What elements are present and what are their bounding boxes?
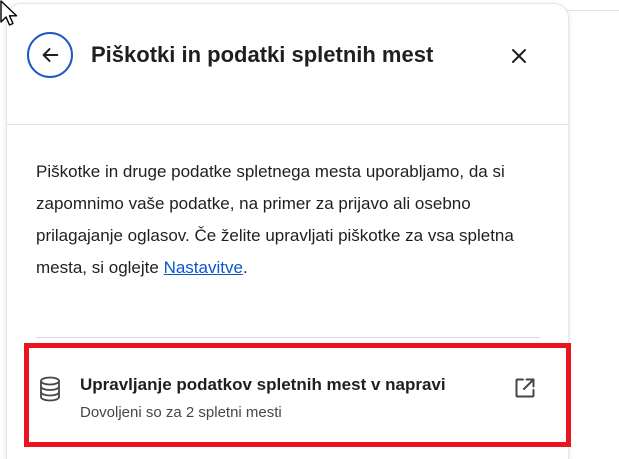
close-button[interactable]: [507, 44, 531, 68]
header-divider: [7, 124, 568, 125]
dialog-header: Piškotki in podatki spletnih mest: [7, 4, 568, 124]
description-end: .: [242, 258, 248, 277]
cookies-dialog: Piškotki in podatki spletnih mest Piškot…: [7, 4, 568, 459]
dialog-title: Piškotki in podatki spletnih mest: [91, 42, 434, 67]
dialog-description: Piškotke in druge podatke spletnega mest…: [36, 156, 536, 284]
background-divider: [560, 10, 619, 11]
mouse-cursor-icon: [0, 0, 18, 26]
section-divider: [36, 337, 540, 338]
description-text: Piškotke in druge podatke spletnega mest…: [36, 162, 514, 277]
close-icon: [512, 49, 526, 63]
open-in-new-icon: [515, 378, 535, 398]
manage-site-data-title: Upravljanje podatkov spletnih mest v nap…: [80, 375, 446, 394]
database-icon: [40, 376, 60, 402]
back-arrow-icon: [42, 48, 59, 62]
manage-site-data-subtitle: Dovoljeni so za 2 spletni mesti: [80, 404, 282, 421]
page: Piškotki in podatki spletnih mest Piškot…: [0, 0, 619, 459]
settings-link[interactable]: Nastavitve: [164, 258, 243, 277]
back-button[interactable]: [27, 32, 73, 78]
manage-site-data-button[interactable]: Upravljanje podatkov spletnih mest v nap…: [36, 360, 541, 421]
